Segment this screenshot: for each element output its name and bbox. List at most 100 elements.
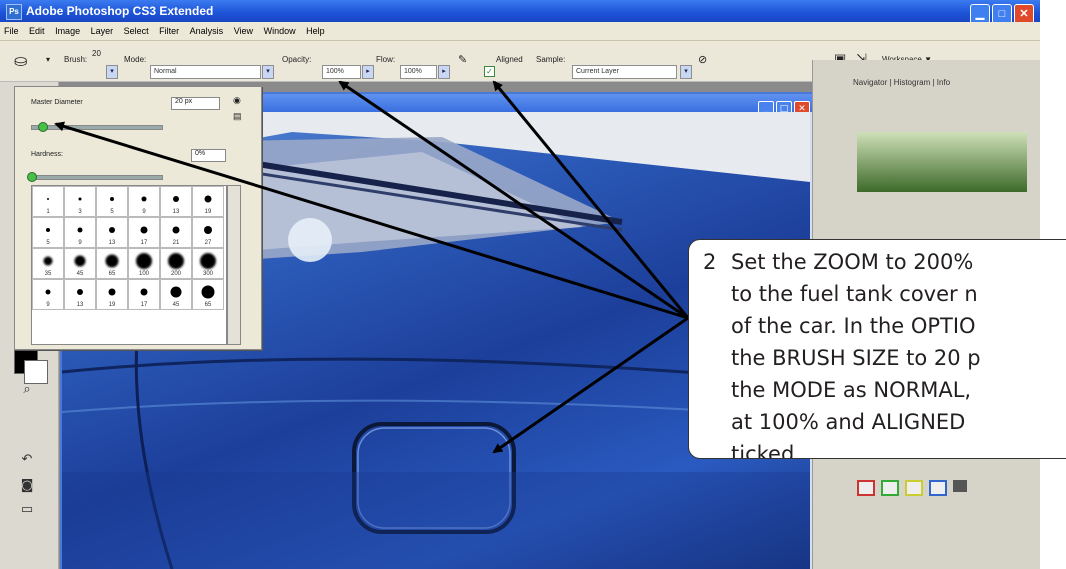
brush-preset[interactable]: 9 bbox=[128, 186, 160, 217]
brush-preset[interactable]: 13 bbox=[96, 217, 128, 248]
menu-file[interactable]: File bbox=[4, 26, 19, 36]
mode-label: Mode: bbox=[124, 55, 147, 64]
menu-layer[interactable]: Layer bbox=[91, 26, 114, 36]
brush-tip-icon bbox=[47, 197, 49, 200]
brush-size-label: 1 bbox=[46, 209, 50, 215]
brush-preset[interactable]: 65 bbox=[96, 248, 128, 279]
brush-presets-scrollbar[interactable] bbox=[227, 185, 241, 345]
aligned-label: Aligned bbox=[496, 55, 523, 64]
instruction-callout: 2 Set the ZOOM to 200% to the fuel tank … bbox=[688, 239, 1066, 459]
brush-panel-menu-icon[interactable]: ◉ bbox=[233, 95, 241, 106]
brush-preset[interactable]: 17 bbox=[128, 217, 160, 248]
brush-preset[interactable]: 13 bbox=[64, 279, 96, 310]
brush-size-label: 200 bbox=[170, 271, 181, 277]
brush-preset[interactable]: 13 bbox=[160, 186, 192, 217]
brush-picker-arrow-icon[interactable]: ▾ bbox=[106, 65, 118, 79]
quick-mask-icon[interactable]: ◙ bbox=[14, 478, 40, 498]
flow-slider-arrow-icon[interactable]: ▸ bbox=[438, 65, 450, 79]
brush-preset[interactable]: 9 bbox=[32, 279, 64, 310]
brush-size-label: 300 bbox=[202, 271, 213, 277]
swatch-gray[interactable] bbox=[953, 480, 967, 492]
swap-colors-icon[interactable]: ↶ bbox=[14, 452, 40, 472]
menu-filter[interactable]: Filter bbox=[159, 26, 179, 36]
navigator-thumbnail[interactable] bbox=[857, 132, 1027, 192]
menu-window[interactable]: Window bbox=[264, 26, 296, 36]
airbrush-icon[interactable]: ✎ bbox=[458, 53, 467, 66]
brush-preset[interactable]: 27 bbox=[192, 217, 224, 248]
photoshop-icon: Ps bbox=[6, 4, 22, 20]
brush-size-label: 21 bbox=[172, 240, 180, 246]
brush-preset[interactable]: 19 bbox=[192, 186, 224, 217]
brush-preset[interactable]: 1 bbox=[32, 186, 64, 217]
brush-preset[interactable]: 17 bbox=[128, 279, 160, 310]
menu-analysis[interactable]: Analysis bbox=[190, 26, 224, 36]
brush-tip-icon bbox=[105, 254, 119, 268]
close-button[interactable]: ✕ bbox=[1014, 4, 1034, 24]
opacity-label: Opacity: bbox=[282, 55, 312, 64]
brush-preset[interactable]: 200 bbox=[160, 248, 192, 279]
mode-dropdown-arrow-icon[interactable]: ▾ bbox=[262, 65, 274, 79]
tab-info[interactable]: Info bbox=[937, 78, 950, 87]
brush-preset[interactable]: 21 bbox=[160, 217, 192, 248]
aligned-checkbox[interactable]: ✓ bbox=[484, 66, 495, 77]
tab-navigator[interactable]: Navigator bbox=[853, 78, 887, 87]
hardness-slider-knob[interactable] bbox=[27, 172, 37, 182]
brush-size-label: 19 bbox=[204, 209, 212, 215]
title-bar: Ps Adobe Photoshop CS3 Extended ▁ □ ✕ bbox=[0, 0, 1040, 24]
brush-tip-icon bbox=[201, 285, 215, 299]
master-diameter-slider-knob[interactable] bbox=[37, 122, 48, 132]
swatch-red[interactable] bbox=[857, 480, 875, 496]
ignore-adjustment-icon[interactable]: ⊘ bbox=[698, 53, 707, 66]
master-diameter-slider[interactable] bbox=[31, 125, 163, 130]
master-diameter-input[interactable]: 20 px bbox=[171, 97, 220, 110]
swatches-panel bbox=[857, 480, 1027, 540]
brush-size-readout[interactable]: 20 bbox=[92, 49, 101, 58]
new-brush-preset-icon[interactable]: ▤ bbox=[233, 111, 242, 122]
brush-size-label: 27 bbox=[204, 240, 212, 246]
brush-preset[interactable]: 5 bbox=[32, 217, 64, 248]
brush-tip-icon bbox=[141, 196, 147, 202]
menu-bar: File Edit Image Layer Select Filter Anal… bbox=[0, 22, 1040, 41]
brush-preset[interactable]: 100 bbox=[128, 248, 160, 279]
window-title: Adobe Photoshop CS3 Extended bbox=[26, 4, 214, 18]
swatch-blue[interactable] bbox=[929, 480, 947, 496]
swatch-green[interactable] bbox=[881, 480, 899, 496]
sample-select[interactable]: Current Layer bbox=[572, 65, 677, 79]
menu-select[interactable]: Select bbox=[124, 26, 149, 36]
brush-preset[interactable]: 300 bbox=[192, 248, 224, 279]
brush-preset[interactable]: 45 bbox=[160, 279, 192, 310]
brush-tip-icon bbox=[172, 226, 180, 234]
brush-preset[interactable]: 3 bbox=[64, 186, 96, 217]
menu-help[interactable]: Help bbox=[306, 26, 325, 36]
hardness-input[interactable]: 0% bbox=[191, 149, 226, 162]
menu-view[interactable]: View bbox=[234, 26, 253, 36]
brush-tip-icon bbox=[204, 195, 212, 203]
brush-preset[interactable]: 65 bbox=[192, 279, 224, 310]
brush-preset[interactable]: 5 bbox=[96, 186, 128, 217]
clone-stamp-icon[interactable]: ⛀ bbox=[14, 51, 27, 71]
brush-label: Brush: bbox=[64, 55, 88, 64]
screen-mode-icon[interactable]: ▭ bbox=[14, 502, 40, 522]
mode-select[interactable]: Normal bbox=[150, 65, 261, 79]
hardness-slider[interactable] bbox=[31, 175, 163, 180]
brush-preset[interactable]: 35 bbox=[32, 248, 64, 279]
brush-preset[interactable]: 19 bbox=[96, 279, 128, 310]
maximize-button[interactable]: □ bbox=[992, 4, 1012, 24]
zoom-icon[interactable]: ⌕ bbox=[14, 382, 40, 402]
minimize-button[interactable]: ▁ bbox=[970, 4, 990, 24]
tab-histogram[interactable]: Histogram bbox=[894, 78, 930, 87]
brush-preset[interactable]: 9 bbox=[64, 217, 96, 248]
brush-tip-icon bbox=[77, 227, 83, 233]
tool-preset-chevron-icon[interactable]: ▾ bbox=[46, 55, 50, 64]
brush-tip-icon bbox=[74, 255, 86, 267]
instruction-text: Set the ZOOM to 200% to the fuel tank co… bbox=[731, 250, 981, 459]
opacity-input[interactable]: 100% bbox=[322, 65, 361, 79]
menu-image[interactable]: Image bbox=[55, 26, 80, 36]
opacity-slider-arrow-icon[interactable]: ▸ bbox=[362, 65, 374, 79]
background-color-swatch[interactable] bbox=[24, 360, 48, 384]
menu-edit[interactable]: Edit bbox=[29, 26, 45, 36]
swatch-yellow[interactable] bbox=[905, 480, 923, 496]
brush-preset[interactable]: 45 bbox=[64, 248, 96, 279]
sample-dropdown-arrow-icon[interactable]: ▾ bbox=[680, 65, 692, 79]
flow-input[interactable]: 100% bbox=[400, 65, 437, 79]
